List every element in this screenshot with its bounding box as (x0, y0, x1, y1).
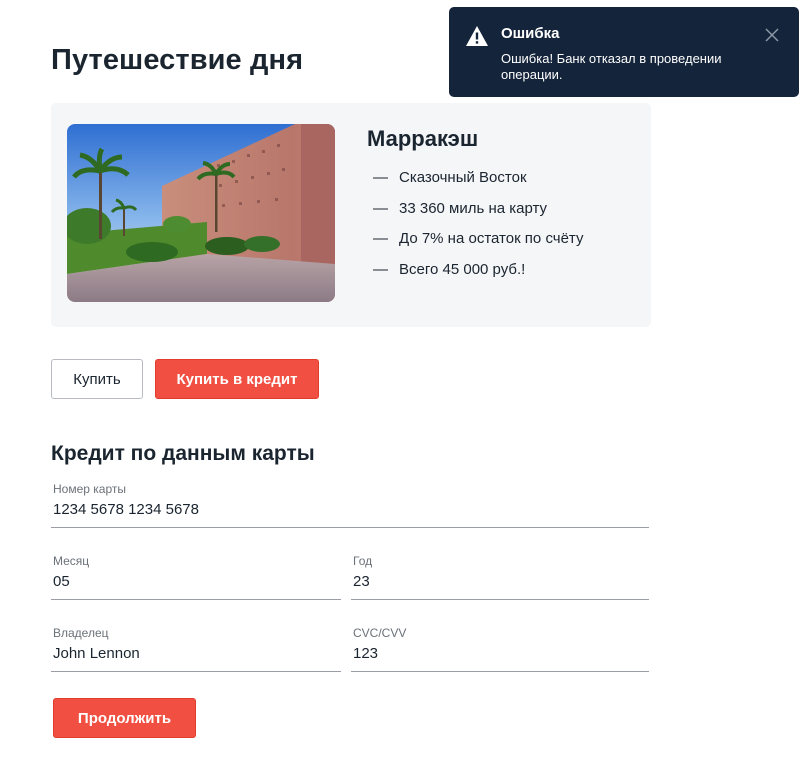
owner-input[interactable] (53, 645, 339, 662)
month-field: Месяц (51, 554, 341, 600)
buy-button[interactable]: Купить (51, 359, 143, 399)
card-number-field: Номер карты (51, 482, 649, 528)
marrakesh-photo (67, 124, 335, 302)
offer-feature: — 33 360 миль на карту (373, 200, 583, 231)
offer-feature-text: До 7% на остаток по счёту (399, 230, 584, 247)
year-input[interactable] (353, 573, 647, 590)
card-number-label: Номер карты (53, 482, 126, 496)
card-number-input[interactable] (53, 501, 647, 518)
dash: — (373, 169, 388, 186)
page-title: Путешествие дня (51, 44, 304, 76)
offer-city: Марракэш (367, 126, 479, 151)
year-label: Год (353, 554, 373, 568)
cvc-label: CVC/CVV (353, 626, 407, 640)
notification-message: Ошибка! Банк отказал в проведении операц… (501, 51, 722, 82)
continue-button[interactable]: Продолжить (53, 698, 196, 738)
cvc-input[interactable] (353, 645, 647, 662)
owner-label: Владелец (53, 626, 109, 640)
dash: — (373, 260, 388, 278)
owner-field: Владелец (51, 626, 341, 672)
offer-feature: — Сказочный Восток (373, 169, 583, 200)
offer-card: Марракэш — Сказочный Восток — 33 360 миль … (51, 103, 651, 327)
offer-feature: — Всего 45 000 руб.! (373, 261, 583, 292)
credit-form-title: Кредит по данным карты (51, 442, 315, 465)
warning-icon (465, 25, 489, 47)
close-icon[interactable] (759, 22, 785, 48)
month-label: Месяц (53, 554, 90, 568)
month-input[interactable] (53, 573, 339, 590)
dash: — (373, 199, 388, 217)
notification-title: Ошибка (501, 25, 560, 42)
buy-on-credit-button[interactable]: Купить в кредит (155, 359, 319, 399)
offer-feature-text: Сказочный Восток (399, 169, 527, 186)
year-field: Год (351, 554, 649, 600)
cvc-field: CVC/CVV (351, 626, 649, 672)
offer-features: — Сказочный Восток —33 360 миль на карту … (373, 169, 583, 291)
error-notification: Ошибка Ошибка! Банк отказал в проведении… (449, 7, 799, 97)
offer-feature-text: 33 360 миль на карту (399, 199, 548, 217)
offer-feature: — До 7% на остаток по счёту (373, 230, 583, 261)
offer-feature-text: Всего 45 000 руб.! (399, 260, 526, 278)
dash: — (373, 230, 388, 247)
offer-photo (67, 124, 335, 302)
